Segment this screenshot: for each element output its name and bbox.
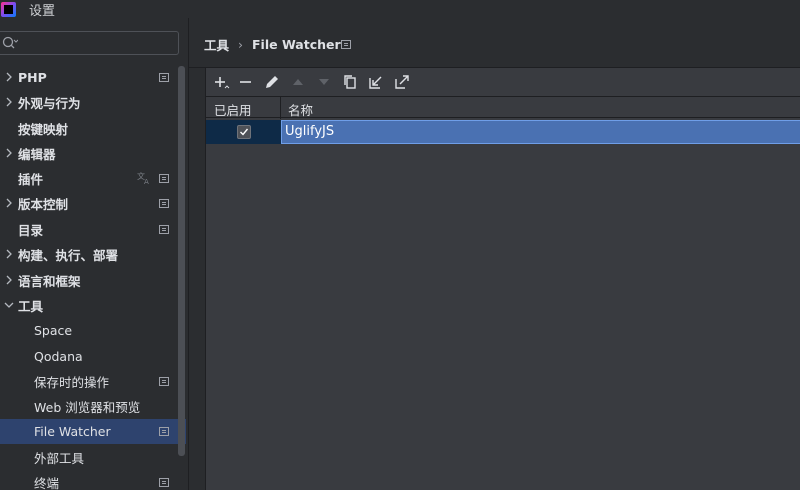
translate-icon: 文 A	[137, 171, 149, 185]
breadcrumb-separator: ›	[238, 37, 244, 52]
breadcrumb: 工具 › File Watcher	[204, 35, 341, 54]
sidebar-item-php[interactable]: PHP	[0, 65, 178, 90]
table-header: 已启用 名称	[206, 96, 800, 119]
project-settings-icon	[341, 40, 351, 49]
checkmark-icon	[240, 128, 249, 136]
sidebar-item-label: 按键映射	[18, 122, 69, 137]
export-icon[interactable]	[393, 73, 411, 91]
sidebar-item-external-tools[interactable]: 外部工具	[0, 445, 178, 470]
sidebar-item-label: 终端	[34, 476, 60, 490]
project-settings-icon	[159, 225, 169, 234]
breadcrumb-current: File Watcher	[252, 37, 341, 52]
sidebar-item-label: 插件	[18, 172, 44, 187]
sidebar-item-space[interactable]: Space	[0, 318, 178, 343]
sidebar-item-label: 版本控制	[18, 197, 69, 212]
enabled-cell	[206, 120, 281, 144]
name-cell: UglifyJS	[281, 120, 800, 144]
search-icon	[2, 36, 18, 49]
column-header-enabled[interactable]: 已启用	[214, 100, 252, 119]
phpstorm-logo-icon	[1, 1, 16, 17]
sidebar-item-plugins[interactable]: 插件 文 A	[0, 166, 178, 191]
sidebar-scrollbar[interactable]	[178, 66, 185, 456]
sidebar-item-directories[interactable]: 目录	[0, 217, 178, 242]
settings-sidebar: PHP 外观与行为 按键映射 编辑器 插件 文 A 版本控制 目录 构建、执行、…	[0, 18, 188, 490]
edit-icon[interactable]	[263, 73, 281, 91]
sidebar-item-label: Qodana	[34, 349, 83, 364]
project-settings-icon	[159, 478, 169, 487]
column-header-name[interactable]: 名称	[288, 100, 313, 119]
column-divider[interactable]	[280, 97, 281, 119]
chevron-right-icon	[6, 249, 12, 259]
settings-content: 工具 › File Watcher 已启用 名称 UglifyJS	[189, 18, 800, 490]
sidebar-item-label: PHP	[18, 70, 47, 85]
sidebar-item-label: Web 浏览器和预览	[34, 400, 141, 415]
project-settings-icon	[159, 427, 169, 436]
remove-icon[interactable]	[237, 73, 255, 91]
sidebar-item-tools[interactable]: 工具	[0, 293, 178, 318]
file-watcher-panel: 已启用 名称 UglifyJS	[205, 68, 800, 490]
sidebar-item-label: Space	[34, 323, 73, 338]
sidebar-item-label: 构建、执行、部署	[18, 248, 119, 263]
sidebar-item-keymap[interactable]: 按键映射	[0, 116, 178, 141]
sidebar-item-label: 保存时的操作	[34, 375, 110, 390]
chevron-right-icon	[6, 97, 12, 107]
window-title: 设置	[29, 3, 56, 19]
project-settings-icon	[159, 199, 169, 208]
sidebar-item-label: File Watcher	[34, 424, 111, 439]
sidebar-item-languages[interactable]: 语言和框架	[0, 268, 178, 293]
sidebar-item-vcs[interactable]: 版本控制	[0, 191, 178, 216]
sidebar-item-label: 语言和框架	[18, 274, 81, 289]
sidebar-item-editor[interactable]: 编辑器	[0, 141, 178, 166]
sidebar-item-label: 外部工具	[34, 451, 85, 466]
enabled-checkbox[interactable]	[237, 125, 251, 139]
project-settings-icon	[159, 73, 169, 82]
svg-text:A: A	[144, 178, 149, 185]
chevron-down-icon	[4, 302, 14, 308]
title-bar: 设置	[0, 0, 800, 19]
sidebar-item-appearance[interactable]: 外观与行为	[0, 90, 178, 115]
project-settings-icon	[159, 174, 169, 183]
sidebar-item-label: 工具	[18, 299, 44, 314]
sidebar-item-file-watcher[interactable]: File Watcher	[0, 419, 186, 444]
chevron-right-icon	[6, 148, 12, 158]
project-settings-icon	[159, 377, 169, 386]
watcher-name: UglifyJS	[285, 124, 335, 139]
breadcrumb-parent[interactable]: 工具	[204, 35, 229, 54]
chevron-right-icon	[6, 72, 12, 82]
sidebar-item-qodana[interactable]: Qodana	[0, 344, 178, 369]
sidebar-item-label: 编辑器	[18, 147, 56, 162]
sidebar-item-web-browsers[interactable]: Web 浏览器和预览	[0, 394, 178, 419]
search-input[interactable]	[0, 31, 179, 55]
sidebar-item-label: 外观与行为	[18, 96, 81, 111]
copy-icon[interactable]	[341, 73, 359, 91]
chevron-right-icon	[6, 198, 12, 208]
toolbar	[206, 68, 800, 96]
sidebar-item-build[interactable]: 构建、执行、部署	[0, 242, 178, 267]
import-icon[interactable]	[367, 73, 385, 91]
table-row[interactable]: UglifyJS	[206, 120, 800, 144]
sidebar-item-label: 目录	[18, 223, 44, 238]
sidebar-item-actions-on-save[interactable]: 保存时的操作	[0, 369, 178, 394]
add-icon[interactable]	[212, 73, 230, 91]
move-up-icon[interactable]	[289, 73, 307, 91]
sidebar-item-terminal[interactable]: 终端	[0, 470, 178, 490]
move-down-icon[interactable]	[315, 73, 333, 91]
chevron-right-icon	[6, 275, 12, 285]
